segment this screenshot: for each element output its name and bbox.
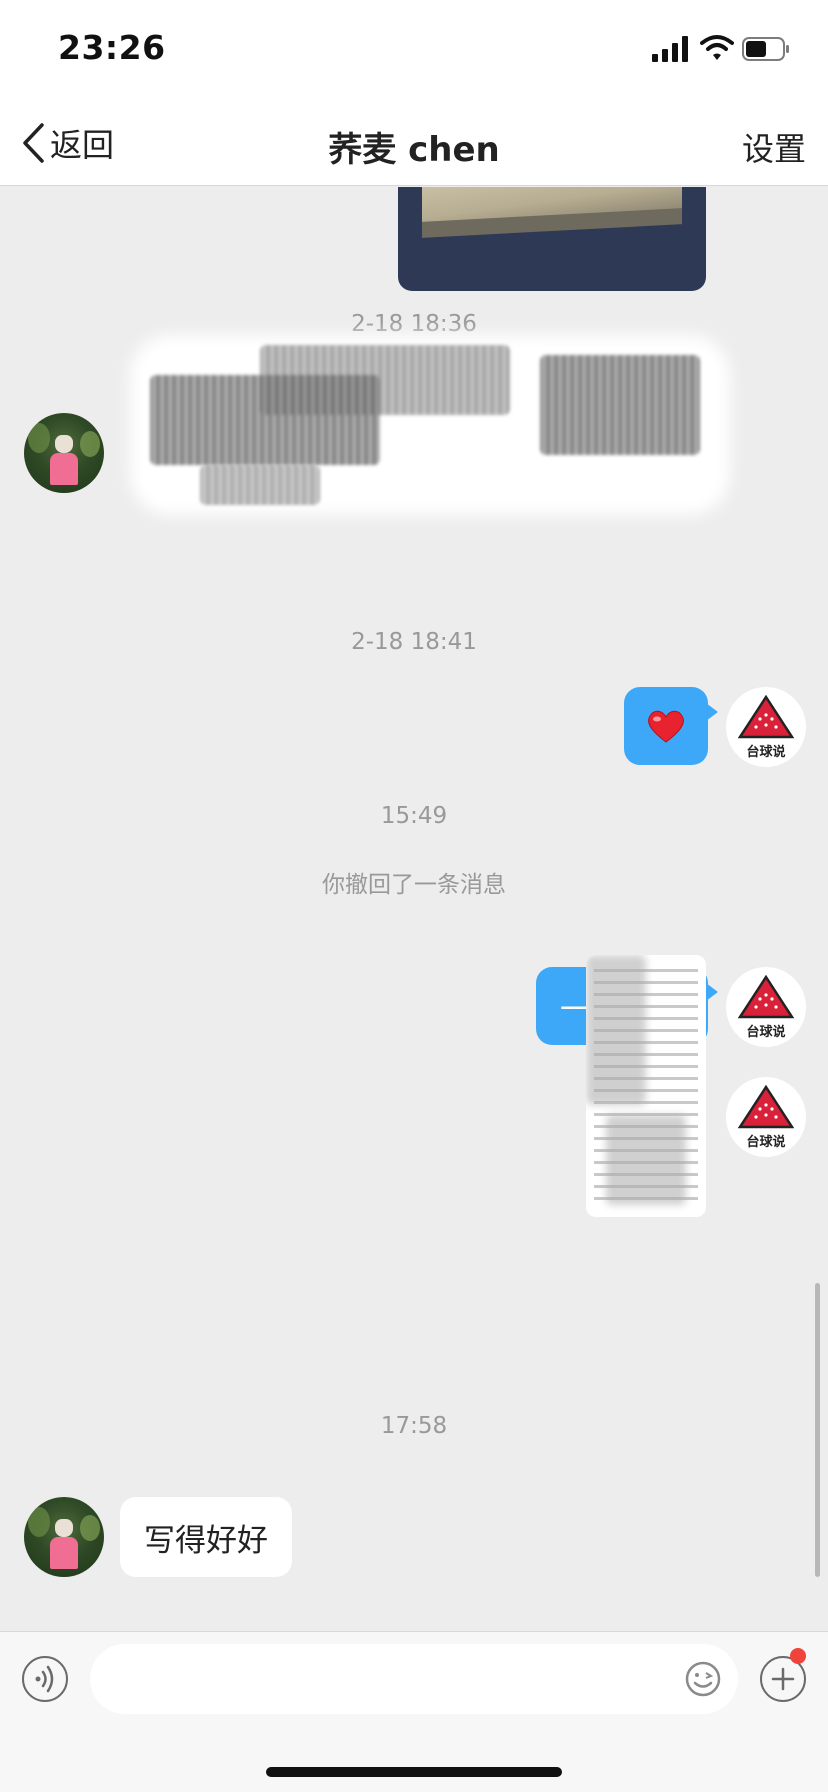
logo-text: 台球说 xyxy=(746,1025,786,1040)
avatar-figure-head xyxy=(55,1519,73,1537)
page-title: 荞麦 chen xyxy=(328,130,500,170)
nav-bar: 返回 荞麦 chen 设置 xyxy=(0,100,828,186)
settings-button[interactable]: 设置 xyxy=(742,124,806,170)
emoji-icon[interactable] xyxy=(684,1660,722,1698)
timestamp: 2-18 18:41 xyxy=(351,629,477,655)
redacted-message xyxy=(110,315,750,535)
redaction-scribble xyxy=(200,465,320,505)
redaction-blur xyxy=(606,1115,686,1205)
avatar-contact[interactable] xyxy=(24,413,104,493)
avatar-figure-body xyxy=(50,453,78,485)
triangle-logo-icon xyxy=(738,695,794,739)
voice-icon xyxy=(35,1665,53,1692)
status-time: 23:26 xyxy=(58,28,166,67)
message-input[interactable] xyxy=(90,1644,738,1714)
chat-list[interactable]: 2-18 18:36 2-18 18:41 台球说 15:49 你撤回了一条消息… xyxy=(0,187,828,1631)
avatar-self[interactable]: 台球说 xyxy=(726,967,806,1047)
redaction-blur xyxy=(586,955,646,1105)
redaction-scribble xyxy=(260,345,510,415)
triangle-logo-icon xyxy=(738,975,794,1019)
avatar-leaf xyxy=(28,1507,50,1537)
avatar-leaf xyxy=(80,1515,100,1541)
avatar-figure-head xyxy=(55,435,73,453)
avatar-leaf xyxy=(28,423,50,453)
home-indicator[interactable] xyxy=(266,1767,562,1777)
triangle-logo-icon xyxy=(738,1085,794,1129)
timestamp: 17:58 xyxy=(380,1413,448,1439)
signal-icon xyxy=(652,36,688,62)
avatar-leaf xyxy=(80,431,100,457)
logo-text: 台球说 xyxy=(746,745,786,760)
timestamp: 15:49 xyxy=(380,803,448,829)
avatar-figure-body xyxy=(50,1537,78,1569)
avatar-self[interactable]: 台球说 xyxy=(726,687,806,767)
heart-icon xyxy=(648,710,684,743)
voice-button[interactable] xyxy=(22,1656,68,1702)
message-image-document[interactable] xyxy=(586,955,706,1217)
avatar-contact[interactable] xyxy=(24,1497,104,1577)
input-bar xyxy=(0,1631,828,1792)
avatar-self[interactable]: 台球说 xyxy=(726,1077,806,1157)
message-text: 写得好好 xyxy=(144,1522,268,1559)
redaction-scribble xyxy=(540,355,700,455)
logo-text: 台球说 xyxy=(746,1135,786,1150)
wifi-icon xyxy=(700,35,734,60)
battery-icon xyxy=(742,37,789,61)
status-bar: 23:26 xyxy=(0,0,828,100)
scrollbar[interactable] xyxy=(815,1283,820,1577)
notification-dot xyxy=(790,1648,806,1664)
message-bubble-reply[interactable]: 写得好好 xyxy=(120,1497,292,1577)
recalled-notice: 你撤回了一条消息 xyxy=(322,872,506,898)
message-bubble-heart[interactable] xyxy=(624,687,718,765)
message-image-book[interactable] xyxy=(398,187,706,291)
